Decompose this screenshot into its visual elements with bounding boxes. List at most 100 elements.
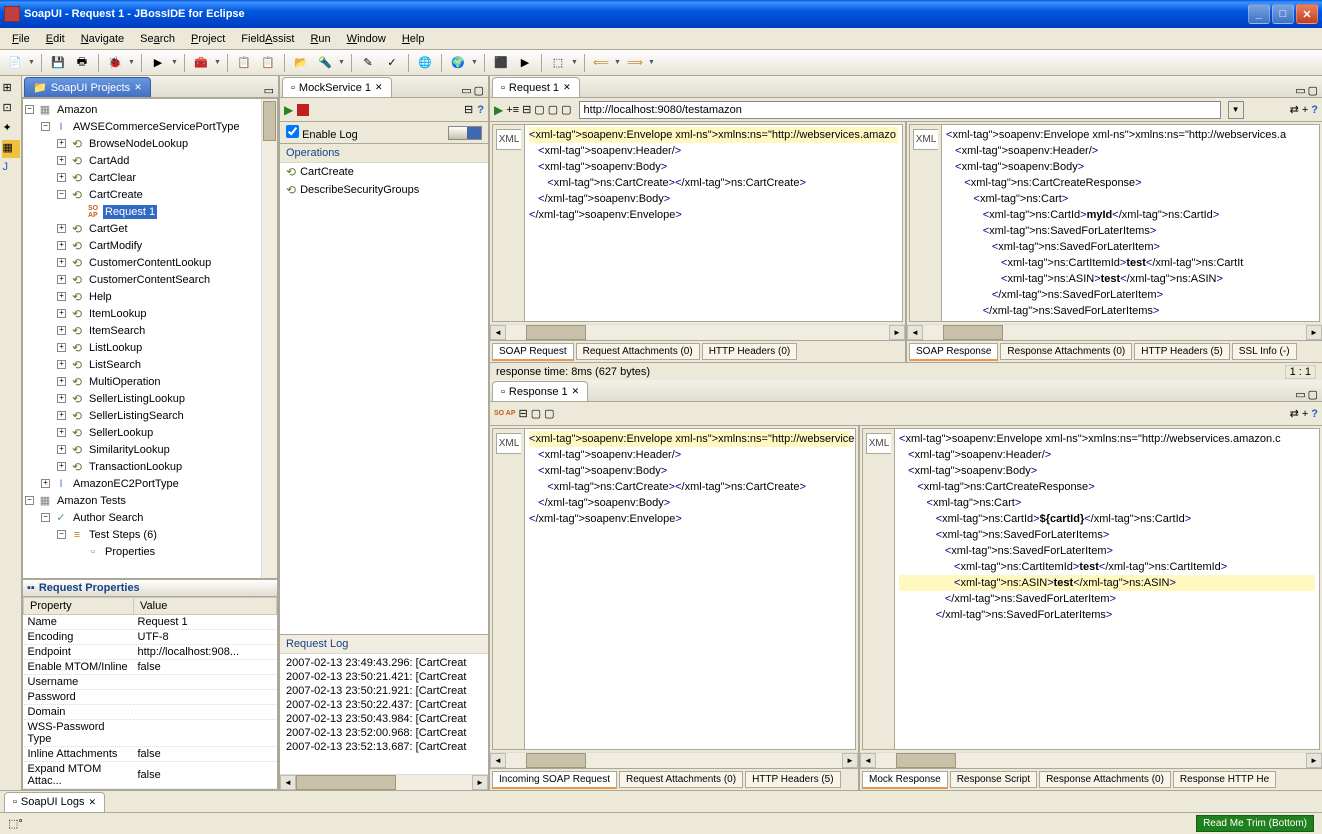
tree-toggle-icon[interactable]: + [57,343,66,352]
max-icon[interactable]: ▢ [474,84,484,97]
tree-toggle-icon[interactable]: + [57,445,66,454]
task-button[interactable]: ✓ [381,52,403,74]
open-type-button[interactable]: 📂 [290,52,312,74]
print-button[interactable]: 🖶 [71,52,93,74]
close-icon[interactable]: ✕ [89,797,97,808]
table-row[interactable]: NameRequest 1 [24,615,277,630]
toggle-switch[interactable] [448,126,482,140]
tree-toggle-icon[interactable]: + [57,275,66,284]
table-row[interactable]: EncodingUTF-8 [24,630,277,645]
response-tab[interactable]: ▫ Response 1 ✕ [492,381,588,401]
run-icon[interactable]: ▶ [284,103,293,117]
bottom-tab[interactable]: HTTP Headers (5) [1134,343,1230,360]
tree-node[interactable]: +⟲CartGet [25,220,275,237]
menu-help[interactable]: Help [394,31,433,47]
tree-toggle-icon[interactable]: + [57,411,66,420]
submit-icon[interactable]: ▶ [494,103,503,117]
icon[interactable]: ⊟ [519,407,528,420]
col-property[interactable]: Property [24,598,134,615]
soapui-logs-tab[interactable]: ▫ SoapUI Logs ✕ [4,792,105,812]
tree-node[interactable]: +⟲SellerLookup [25,424,275,441]
menu-fieldassist[interactable]: FieldAssist [233,31,302,47]
icon[interactable]: ▢ [561,103,571,116]
minimize-button[interactable]: _ [1248,4,1270,24]
bottom-tab[interactable]: Response HTTP He [1173,771,1276,788]
dropdown-icon[interactable]: ▼ [571,59,579,66]
max-icon[interactable]: ▢ [1308,388,1318,401]
perspective-icon[interactable]: J [2,160,20,178]
min-icon[interactable]: ▭ [1295,388,1305,401]
icon[interactable]: ⊟ [522,103,531,116]
tool-icon[interactable]: ⇄ [1290,103,1299,116]
bottom-tab[interactable]: Incoming SOAP Request [492,771,617,789]
menu-search[interactable]: Search [132,31,183,47]
search-button[interactable]: 🔦 [314,52,336,74]
tree-toggle-icon[interactable]: + [57,309,66,318]
status-message[interactable]: Read Me Trim (Bottom) [1196,815,1314,832]
help-icon[interactable]: ? [477,104,484,116]
operation-item[interactable]: ⟲DescribeSecurityGroups [280,181,488,199]
options-icon[interactable]: ⊟ [464,103,473,116]
tree-node[interactable]: +⟲SellerListingSearch [25,407,275,424]
min-icon[interactable]: ▭ [461,84,471,97]
perspective-icon[interactable]: ⊡ [2,100,20,118]
stop-icon[interactable] [297,104,309,116]
table-row[interactable]: Enable MTOM/Inlinefalse [24,660,277,675]
web-button[interactable]: 🌐 [414,52,436,74]
debug-button[interactable]: 🐞 [104,52,126,74]
bottom-tab[interactable]: Response Attachments (0) [1000,343,1132,360]
xml-tab[interactable]: XML [866,433,892,454]
tree-toggle-icon[interactable]: + [57,241,66,250]
menu-window[interactable]: Window [339,31,394,47]
tree-node[interactable]: +⟲SellerListingLookup [25,390,275,407]
run-button[interactable]: ▶ [147,52,169,74]
tree-node[interactable]: −⟲CartCreate [25,186,275,203]
forward-button[interactable]: ⟹ [624,52,646,74]
add-icon[interactable]: + [1302,104,1308,116]
bottom-tab[interactable]: SSL Info (-) [1232,343,1297,360]
annotate-button[interactable]: ✎ [357,52,379,74]
tree-node[interactable]: +⟲CartAdd [25,152,275,169]
stop-icon[interactable]: ⬛ [490,52,512,74]
tree-node[interactable]: +⟲MultiOperation [25,373,275,390]
tree-toggle-icon[interactable]: + [57,258,66,267]
tree-node[interactable]: +⟲CartClear [25,169,275,186]
help-icon[interactable]: ? [1311,104,1318,116]
table-row[interactable]: Username [24,675,277,690]
xml-tab[interactable]: XML [496,433,522,454]
bottom-tab[interactable]: Request Attachments (0) [576,343,700,360]
new-button[interactable]: 📄 [4,52,26,74]
ext-tool-button[interactable]: 🧰 [190,52,212,74]
bottom-tab[interactable]: HTTP Headers (5) [745,771,841,788]
table-row[interactable]: Expand MTOM Attac...false [24,762,277,789]
endpoint-dropdown[interactable]: ▼ [1228,101,1244,119]
help-icon[interactable]: ? [1311,408,1318,420]
tree-node[interactable]: +⟲CustomerContentSearch [25,271,275,288]
table-row[interactable]: Inline Attachmentsfalse [24,747,277,762]
tree-node[interactable]: SOAPRequest 1 [25,203,275,220]
operation-item[interactable]: ⟲CartCreate [280,163,488,181]
icon[interactable]: ▢ [548,103,558,116]
max-icon[interactable]: ▢ [1308,84,1318,97]
tree-toggle-icon[interactable]: − [41,513,50,522]
close-icon[interactable]: ✕ [134,82,142,93]
bottom-tab[interactable]: SOAP Response [909,343,998,361]
build-button[interactable]: 📋 [233,52,255,74]
tree-node[interactable]: +⟲CartModify [25,237,275,254]
tree-node[interactable]: +⟲TransactionLookup [25,458,275,475]
icon[interactable]: ▢ [544,407,554,420]
tree-toggle-icon[interactable]: − [25,105,34,114]
tree-node[interactable]: ▫Properties [25,543,275,560]
tree-node[interactable]: +IAmazonEC2PortType [25,475,275,492]
close-button[interactable]: ✕ [1296,4,1318,24]
tree-toggle-icon[interactable]: + [57,326,66,335]
run2-icon[interactable]: ▶ [514,52,536,74]
tree-node[interactable]: +⟲ItemLookup [25,305,275,322]
col-value[interactable]: Value [134,598,277,615]
dropdown-icon[interactable]: ▼ [614,59,622,66]
tree-node[interactable]: −✓Author Search [25,509,275,526]
tree-toggle-icon[interactable]: + [57,224,66,233]
tree-toggle-icon[interactable]: + [57,292,66,301]
tree-toggle-icon[interactable]: − [25,496,34,505]
tree-node[interactable]: −▦Amazon Tests [25,492,275,509]
